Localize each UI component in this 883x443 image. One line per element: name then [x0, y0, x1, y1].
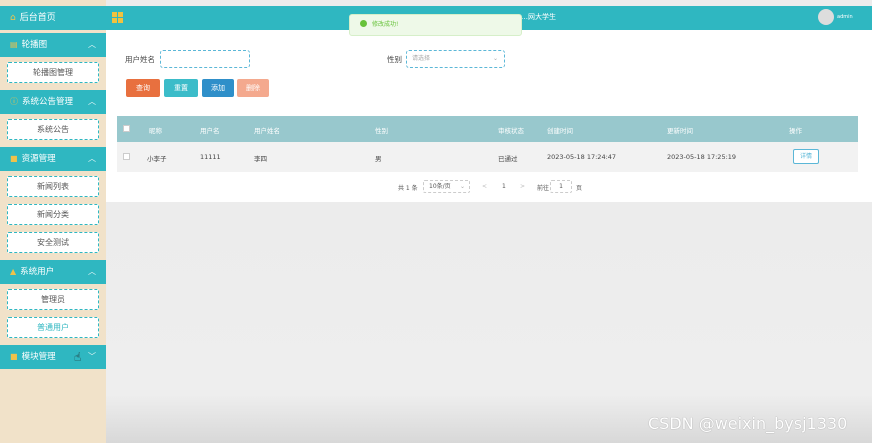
window-edge [872, 0, 883, 443]
column-header: 用户名 [200, 127, 220, 135]
cell-updated: 2023-05-18 17:25:19 [667, 153, 737, 161]
column-header: 昵称 [149, 127, 162, 135]
chevron-up-icon: ︿ [88, 267, 96, 276]
sidebar-group-modules[interactable]: ■ 模块管理 ﹀ [0, 345, 106, 369]
sidebar-home-label: 后台首页 [19, 13, 56, 23]
sidebar-item-admin[interactable]: 管理员 [7, 289, 99, 310]
column-header: 用户姓名 [254, 127, 280, 135]
pagination: 共 1 条 10条/页 ⌄ < 1 > 前往 1 页 [398, 180, 608, 194]
page-size-select[interactable]: 10条/页 ⌄ [423, 180, 470, 193]
column-header: 审核状态 [498, 127, 524, 135]
check-circle-icon [360, 20, 367, 27]
sidebar-group-label: 系统公告管理 [22, 97, 74, 107]
detail-button[interactable]: 详情 [793, 149, 819, 164]
cell-gender: 男 [375, 155, 382, 163]
chevron-down-icon: ⌄ [459, 183, 465, 190]
home-icon: ⌂ [10, 13, 16, 23]
table-row[interactable]: 小李子 11111 李四 男 已通过 2023-05-18 17:24:47 2… [117, 142, 858, 172]
sidebar-home[interactable]: ⌂ 后台首页 [0, 6, 106, 30]
username-label: 用户姓名 [125, 55, 155, 64]
gender-label: 性别 [387, 55, 402, 64]
chevron-up-icon: ︿ [88, 97, 96, 106]
username-input[interactable] [160, 50, 250, 68]
cell-nickname: 小李子 [147, 155, 167, 163]
sidebar-item-news-list[interactable]: 新闻列表 [7, 176, 99, 197]
watermark: CSDN @weixin_bysj1330 [648, 414, 848, 433]
cell-created: 2023-05-18 17:24:47 [547, 153, 617, 161]
hand-cursor-icon: ☝ [74, 350, 82, 364]
column-header: 性别 [375, 127, 388, 135]
sidebar-item-announcement[interactable]: 系统公告 [7, 119, 99, 140]
query-button[interactable]: 查询 [126, 79, 160, 97]
page-size-value: 10条/页 [429, 183, 451, 190]
total-count: 共 1 条 [398, 185, 418, 192]
sidebar-item-normal-user[interactable]: 普通用户 [7, 317, 99, 338]
add-button[interactable]: 添加 [202, 79, 234, 97]
sidebar-item-news-category[interactable]: 新闻分类 [7, 204, 99, 225]
select-all-checkbox[interactable] [123, 125, 130, 132]
sidebar-group-label: 轮播图 [21, 40, 48, 50]
sidebar-group-resources[interactable]: ■ 资源管理 ︿ [0, 147, 106, 171]
app-window: ⌂ 后台首页 ▤ 轮播图 ︿ 轮播图管理 ⓘ 系统公告管理 ︿ 系统公告 ■ 资源管理 … [0, 0, 883, 443]
goto-suffix: 页 [576, 185, 583, 192]
avatar[interactable] [818, 9, 834, 25]
module-icon: ■ [10, 352, 18, 361]
chevron-up-icon: ︿ [88, 40, 96, 49]
menu-grid-icon[interactable] [112, 12, 123, 23]
sidebar-item-security-test[interactable]: 安全测试 [7, 232, 99, 253]
folder-icon: ■ [10, 154, 18, 163]
sidebar-group-label: 模块管理 [21, 352, 56, 362]
goto-page-input[interactable]: 1 [550, 180, 572, 193]
gender-select-placeholder: 请选择 [412, 55, 431, 62]
column-header: 操作 [789, 127, 802, 135]
main-content: 用户姓名 性别 请选择 ⌄ 查询 重置 添加 删除 昵称 用户名 用户姓名 性别… [106, 30, 872, 202]
sidebar-group-label: 资源管理 [21, 154, 56, 164]
table-header: 昵称 用户名 用户姓名 性别 审核状态 创建时间 更新时间 操作 [117, 116, 858, 142]
cell-username: 11111 [200, 153, 221, 161]
header-username[interactable]: admin [837, 14, 853, 20]
sidebar: ⌂ 后台首页 ▤ 轮播图 ︿ 轮播图管理 ⓘ 系统公告管理 ︿ 系统公告 ■ 资源管理 … [0, 0, 106, 443]
current-page[interactable]: 1 [502, 183, 506, 190]
user-icon: ▲ [10, 267, 17, 276]
sidebar-group-label: 系统用户 [20, 267, 55, 277]
success-toast: 修改成功! [349, 14, 522, 36]
sidebar-group-system-users[interactable]: ▲ 系统用户 ︿ [0, 260, 106, 284]
cell-status: 已通过 [498, 155, 518, 163]
cell-realname: 李四 [254, 155, 267, 163]
toast-message: 修改成功! [372, 21, 399, 28]
gender-select[interactable]: 请选择 ⌄ [406, 50, 505, 68]
column-header: 更新时间 [667, 127, 693, 135]
column-header: 创建时间 [547, 127, 573, 135]
chevron-down-icon: ⌄ [492, 55, 498, 62]
delete-button[interactable]: 删除 [237, 79, 269, 97]
prev-page-button[interactable]: < [482, 183, 487, 190]
sidebar-group-announcement[interactable]: ⓘ 系统公告管理 ︿ [0, 90, 106, 114]
reset-button[interactable]: 重置 [164, 79, 198, 97]
goto-label: 前往 [537, 185, 550, 192]
row-checkbox[interactable] [123, 153, 130, 160]
sidebar-group-carousel[interactable]: ▤ 轮播图 ︿ [0, 33, 106, 57]
image-icon: ▤ [10, 40, 18, 49]
chevron-up-icon: ︿ [88, 154, 96, 163]
info-icon: ⓘ [10, 97, 18, 106]
system-title: …网大学生 [521, 13, 556, 21]
sidebar-item-carousel-manage[interactable]: 轮播图管理 [7, 62, 99, 83]
content-background [106, 202, 872, 443]
chevron-down-icon: ﹀ [88, 352, 96, 361]
next-page-button[interactable]: > [520, 183, 525, 190]
